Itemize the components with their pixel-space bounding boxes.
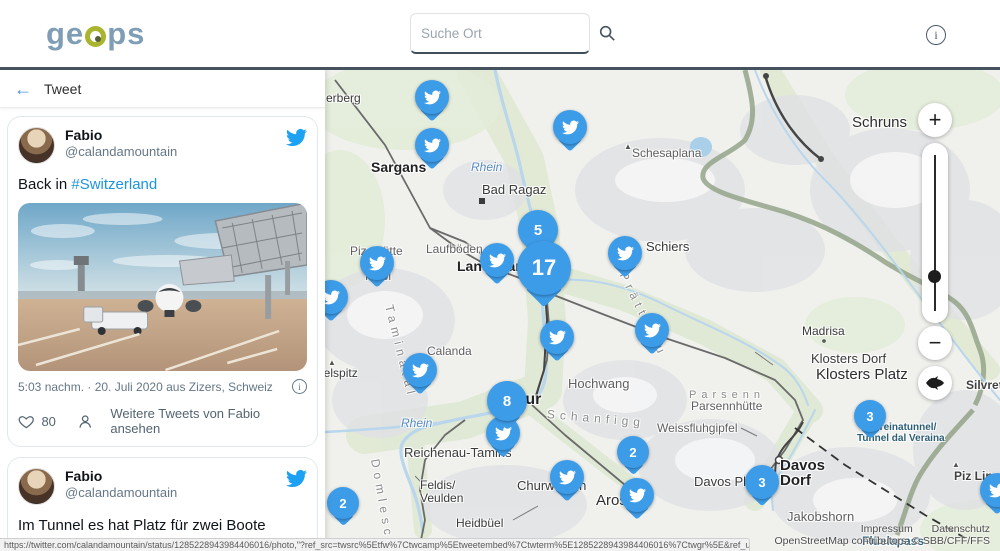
cluster-count: 8	[487, 381, 527, 421]
tweet-text: Back in #Switzerland	[18, 176, 307, 193]
twitter-bird-icon	[540, 320, 574, 354]
cluster-count: 3	[854, 400, 886, 432]
cluster-count: 17	[517, 241, 571, 295]
zoom-out-button[interactable]: −	[918, 326, 952, 360]
tweet-card[interactable]: Fabio @calandamountain Im Tunnel es hat …	[7, 457, 318, 551]
tweet-photo-airport[interactable]	[18, 203, 307, 371]
cluster-count: 2	[327, 487, 359, 519]
twitter-bird-icon	[980, 473, 1000, 507]
like-icon[interactable]	[18, 413, 34, 430]
search-input[interactable]	[421, 26, 598, 41]
logo-text-ge: ge	[46, 16, 84, 52]
tweet-marker-pin[interactable]	[980, 473, 1000, 519]
tweet-marker-pin[interactable]	[360, 246, 394, 292]
tweet-text: Im Tunnel es hat Platz für zwei Boote	[18, 517, 307, 534]
tweet-marker-pin[interactable]	[540, 320, 574, 366]
info-icon[interactable]: i	[926, 25, 946, 45]
tweet-marker-pin[interactable]	[403, 353, 437, 399]
twitter-bird-icon	[325, 280, 348, 314]
tweet-card[interactable]: Fabio @calandamountain Back in #Switzerl…	[7, 116, 318, 447]
map-canvas[interactable]: erbergSargansRheinBad RagazSchruns▲Sches…	[325, 70, 1000, 551]
twitter-bird-icon	[480, 243, 514, 277]
tweet-marker-pin[interactable]	[415, 128, 449, 174]
hashtag-link[interactable]: #Switzerland	[71, 176, 157, 193]
impressum-link[interactable]: Impressum	[861, 523, 913, 535]
tweet-cluster-pin[interactable]: 3	[745, 465, 779, 508]
fish-button[interactable]	[918, 366, 952, 400]
logo-o-icon	[85, 26, 106, 47]
tweet-cluster-pin[interactable]: 2	[617, 436, 649, 476]
osm-credits: OpenStreetMap contributors, © SBB/CFF/FF…	[775, 535, 990, 547]
twitter-bird-icon	[620, 478, 654, 512]
avatar	[18, 468, 55, 505]
like-count: 80	[41, 414, 55, 429]
tweet-timestamp: 5:03 nachm. · 20. Juli 2020 aus Zizers, …	[18, 380, 273, 394]
zoom-slider-track	[934, 155, 936, 311]
search-box	[410, 13, 590, 54]
tweet-sidebar: ← Tweet Fabio @calandamountain Back in #…	[0, 70, 325, 551]
tweet-marker-pin[interactable]	[608, 236, 642, 282]
fish-icon	[925, 376, 945, 390]
tweet-handle: @calandamountain	[65, 144, 286, 159]
zoom-slider-handle[interactable]	[928, 270, 941, 283]
twitter-bird-icon[interactable]	[286, 468, 307, 489]
tweet-marker-pin[interactable]	[480, 243, 514, 289]
tweet-cluster-pin[interactable]: 8	[487, 381, 527, 431]
tweet-author: Fabio	[65, 127, 286, 143]
zoom-slider[interactable]	[922, 143, 948, 323]
twitter-bird-icon	[553, 110, 587, 144]
map-markers: 58223317	[325, 70, 1000, 551]
twitter-bird-icon	[403, 353, 437, 387]
twitter-bird-icon	[550, 460, 584, 494]
cluster-count: 2	[617, 436, 649, 468]
twitter-bird-icon	[415, 128, 449, 162]
sidebar-header: ← Tweet	[0, 70, 325, 108]
twitter-bird-icon	[608, 236, 642, 270]
twitter-bird-icon	[360, 246, 394, 280]
sidebar-title: Tweet	[44, 81, 81, 97]
tweet-cluster-pin[interactable]: 3	[854, 400, 886, 440]
geops-logo[interactable]: geps	[46, 16, 145, 52]
twitter-bird-icon	[415, 80, 449, 114]
more-tweets-link[interactable]: Weitere Tweets von Fabio ansehen	[110, 406, 307, 436]
tweet-author: Fabio	[65, 468, 286, 484]
tweet-marker-pin[interactable]	[550, 460, 584, 506]
cluster-count: 3	[745, 465, 779, 499]
tweet-cluster-pin[interactable]: 2	[327, 487, 359, 527]
search-icon[interactable]	[598, 24, 616, 42]
logo-text-ps: ps	[107, 16, 145, 52]
tweet-marker-pin[interactable]	[635, 313, 669, 359]
back-arrow-icon[interactable]: ←	[14, 80, 32, 98]
tweet-cluster-pin[interactable]: 17	[517, 241, 571, 309]
app: geps i ← Tweet Fabio @calandamountain	[0, 0, 1000, 551]
link-preview-statusbar: https://twitter.com/calandamountain/stat…	[0, 538, 750, 551]
twitter-bird-icon	[635, 313, 669, 347]
tweet-card-list: Fabio @calandamountain Back in #Switzerl…	[0, 108, 325, 551]
user-icon	[77, 413, 93, 430]
avatar	[18, 127, 55, 164]
tweet-handle: @calandamountain	[65, 485, 286, 500]
tweet-marker-pin[interactable]	[620, 478, 654, 524]
header: geps i	[0, 0, 1000, 70]
zoom-in-button[interactable]: +	[918, 103, 952, 137]
map-attribution: Impressum Datenschutz OpenStreetMap cont…	[775, 523, 990, 547]
tweet-marker-pin[interactable]	[415, 80, 449, 126]
twitter-bird-icon[interactable]	[286, 127, 307, 148]
tweet-info-icon[interactable]: i	[292, 379, 307, 394]
tweet-marker-pin[interactable]	[553, 110, 587, 156]
tweet-marker-pin[interactable]	[325, 280, 348, 326]
datenschutz-link[interactable]: Datenschutz	[932, 523, 990, 535]
